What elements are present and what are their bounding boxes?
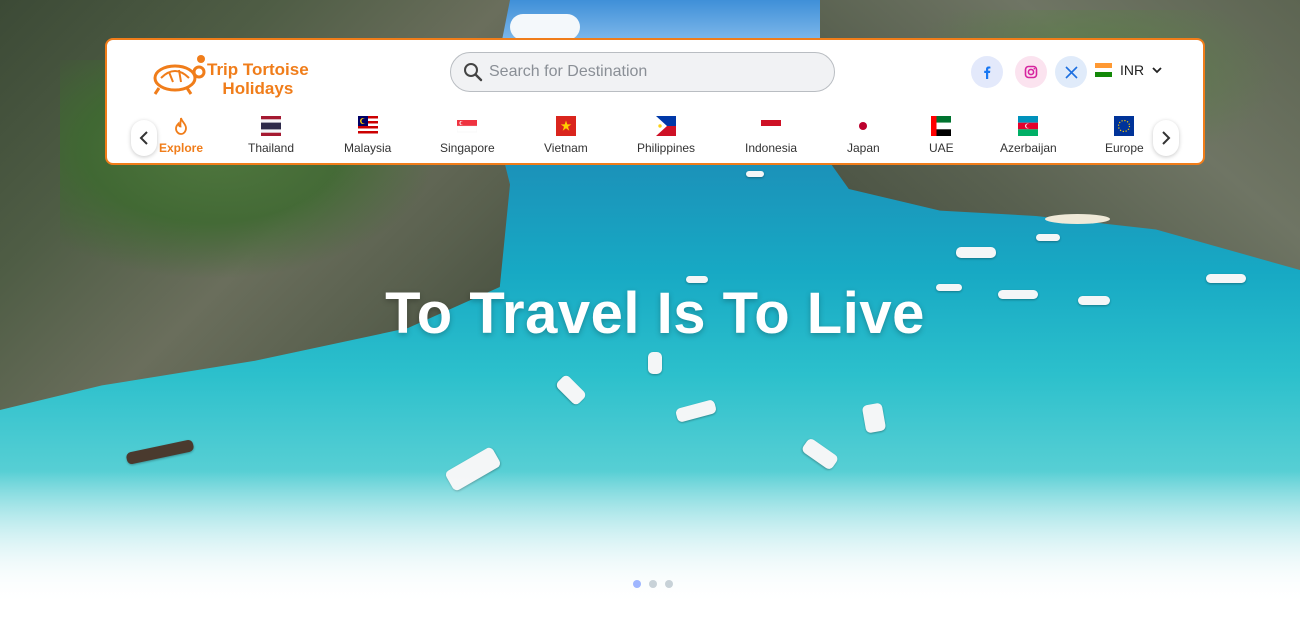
destinations-prev-button[interactable] <box>131 120 157 156</box>
dest-label: Explore <box>159 141 204 155</box>
dest-label: Singapore <box>440 141 495 155</box>
destinations-next-button[interactable] <box>1153 120 1179 156</box>
dest-japan[interactable]: Japan <box>847 116 880 155</box>
dest-europe[interactable]: Europe <box>1105 116 1144 155</box>
boat <box>956 247 996 258</box>
boat <box>125 439 195 465</box>
currency-selector[interactable]: INR <box>1095 62 1162 78</box>
malaysia-flag-icon <box>357 116 378 136</box>
dest-label: Indonesia <box>745 141 798 155</box>
dest-label: Malaysia <box>344 141 392 155</box>
boat <box>861 402 887 434</box>
dest-label: Philippines <box>637 141 696 155</box>
facebook-button[interactable] <box>971 56 1003 88</box>
philippines-flag-icon <box>656 116 677 136</box>
thailand-flag-icon <box>261 116 282 136</box>
dest-label: Japan <box>847 141 880 155</box>
dest-singapore[interactable]: Singapore <box>440 116 495 155</box>
logo-text: Trip Tortoise Holidays <box>207 60 309 98</box>
indonesia-flag-icon <box>761 116 782 136</box>
dest-label: Thailand <box>248 141 295 155</box>
chevron-left-icon <box>139 131 148 145</box>
x-twitter-icon <box>1064 65 1078 79</box>
eu-flag-icon <box>1114 116 1135 136</box>
search-icon <box>464 63 483 82</box>
uae-flag-icon <box>931 116 952 136</box>
boat <box>648 352 662 374</box>
logo-line2: Holidays <box>222 79 294 98</box>
dest-label: Europe <box>1105 141 1144 155</box>
dest-label: Vietnam <box>544 141 588 155</box>
instagram-icon <box>1024 65 1038 79</box>
dest-malaysia[interactable]: Malaysia <box>344 116 391 155</box>
cloud <box>510 14 580 40</box>
hero-title: To Travel Is To Live <box>385 281 925 346</box>
boat <box>674 399 718 423</box>
singapore-flag-icon <box>457 116 478 136</box>
india-flag-icon <box>1095 63 1112 78</box>
azerbaijan-flag-icon <box>1018 116 1039 136</box>
boat <box>554 373 588 407</box>
instagram-button[interactable] <box>1015 56 1047 88</box>
dest-azerbaijan[interactable]: Azerbaijan <box>1000 116 1057 155</box>
logo-line1: Trip Tortoise <box>207 60 309 79</box>
tortoise-logo-icon <box>153 55 206 95</box>
chevron-down-icon <box>1152 67 1162 74</box>
carousel-dots <box>633 580 673 588</box>
search-bar[interactable] <box>450 52 835 92</box>
dest-explore[interactable]: Explore <box>159 116 203 155</box>
dest-vietnam[interactable]: Vietnam <box>544 116 588 155</box>
logo[interactable]: Trip Tortoise Holidays <box>151 50 321 100</box>
beach <box>1045 214 1110 224</box>
currency-code: INR <box>1120 62 1145 78</box>
boat <box>800 437 840 471</box>
x-twitter-button[interactable] <box>1055 56 1087 88</box>
japan-flag-icon <box>853 116 874 136</box>
dest-thailand[interactable]: Thailand <box>248 116 294 155</box>
chevron-right-icon <box>1162 131 1171 145</box>
search-input[interactable] <box>489 63 819 81</box>
dest-uae[interactable]: UAE <box>929 116 954 155</box>
carousel-dot[interactable] <box>665 580 673 588</box>
dest-label: UAE <box>929 141 954 155</box>
facebook-icon <box>984 66 991 79</box>
dest-indonesia[interactable]: Indonesia <box>745 116 797 155</box>
dest-label: Azerbaijan <box>1000 141 1057 155</box>
vietnam-flag-icon <box>555 116 576 136</box>
carousel-dot[interactable] <box>633 580 641 588</box>
dest-philippines[interactable]: Philippines <box>637 116 695 155</box>
boat <box>746 171 764 177</box>
carousel-dot[interactable] <box>649 580 657 588</box>
header-card: Trip Tortoise Holidays INR <box>105 38 1205 165</box>
boat <box>1036 234 1060 241</box>
fire-icon <box>171 116 191 136</box>
